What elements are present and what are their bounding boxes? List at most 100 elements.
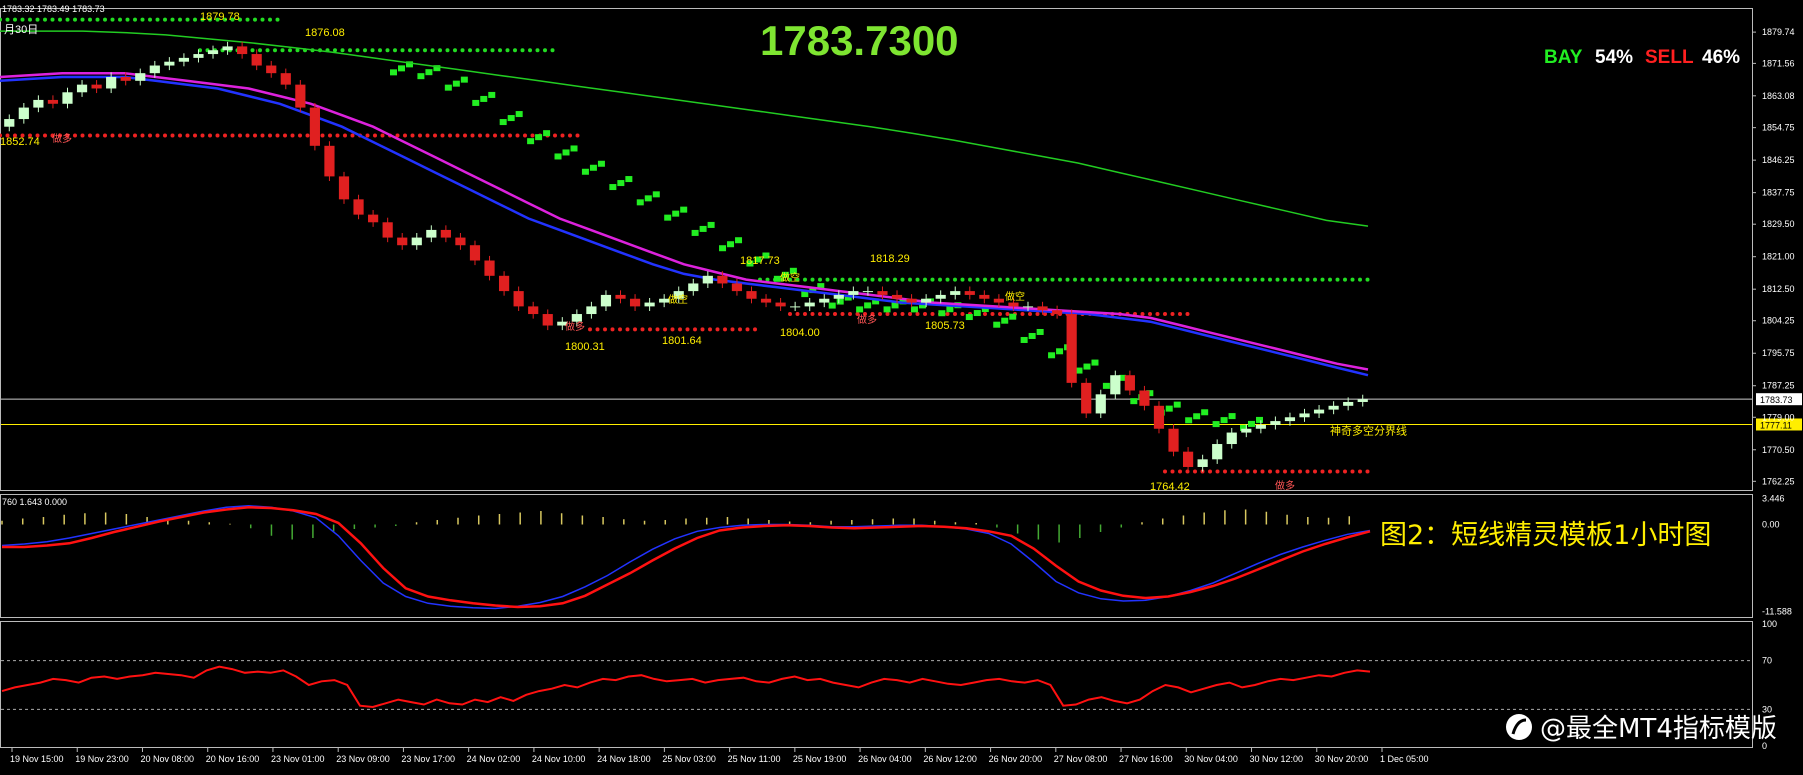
red-level-dot	[575, 133, 580, 138]
red-level-dot	[663, 327, 667, 332]
green-level-dot	[103, 17, 107, 22]
red-level-dot	[380, 133, 385, 138]
candle-body	[149, 65, 160, 74]
candle-body	[353, 199, 364, 215]
price-tick-label: 1829.50	[1762, 219, 1795, 229]
stair-block	[883, 306, 891, 313]
candle-body	[1139, 390, 1150, 406]
candle-body	[1182, 451, 1194, 467]
stair-block	[609, 184, 617, 191]
candle-body	[237, 46, 248, 55]
red-level-dot	[788, 312, 792, 317]
green-level-dot	[1148, 277, 1152, 282]
red-level-dot	[508, 133, 512, 138]
candle-body	[935, 294, 946, 299]
time-tick-label: 25 Nov 11:00	[728, 754, 781, 764]
green-level-dot	[1283, 277, 1287, 282]
candle-body	[280, 73, 291, 85]
red-level-dot	[1140, 312, 1145, 317]
stair-block	[562, 149, 570, 156]
red-level-dot	[1275, 469, 1280, 474]
green-level-dot	[185, 17, 190, 22]
red-level-dot	[1268, 469, 1272, 474]
candle-body	[324, 145, 335, 177]
signal-label: 做多	[1275, 479, 1295, 492]
green-level-dot	[288, 48, 292, 53]
red-level-dot	[1163, 469, 1167, 474]
time-tick-label: 26 Nov 12:00	[923, 754, 977, 764]
green-level-dot	[1028, 277, 1032, 282]
red-level-dot	[568, 133, 572, 138]
stair-block	[480, 95, 488, 102]
price-tick-label: 1821.00	[1762, 252, 1795, 262]
candle-body	[4, 119, 15, 127]
candle-body	[1008, 302, 1019, 307]
stair-block	[1212, 421, 1220, 428]
signal-label: 做多	[52, 132, 72, 145]
green-level-dot	[415, 48, 420, 53]
candle-body	[775, 302, 786, 307]
stair-block	[1020, 336, 1028, 343]
divider-text: 神奇多空分界线	[1330, 423, 1407, 437]
candle-body	[411, 237, 422, 246]
chart-background	[0, 0, 1803, 775]
candle-body	[819, 298, 830, 303]
green-level-dot	[265, 48, 270, 53]
stair-block	[554, 153, 562, 160]
candle-body	[804, 302, 815, 307]
green-level-dot	[148, 17, 152, 22]
stair-block	[938, 310, 946, 317]
green-level-dot	[1185, 277, 1190, 282]
green-level-dot	[855, 277, 860, 282]
green-level-dot	[803, 277, 807, 282]
candle-body	[1095, 394, 1106, 414]
red-level-dot	[148, 133, 152, 138]
stair-block	[1173, 401, 1181, 408]
red-level-dot	[290, 133, 295, 138]
green-level-dot	[930, 277, 935, 282]
red-level-dot	[1223, 469, 1227, 474]
green-level-dot	[1110, 277, 1115, 282]
stair-block	[543, 130, 551, 137]
green-level-dot	[475, 48, 480, 53]
macd-header: 760 1.643 0.000	[2, 497, 67, 507]
red-level-dot	[268, 133, 272, 138]
red-level-dot	[878, 312, 882, 317]
green-level-dot	[915, 277, 920, 282]
red-level-dot	[1170, 312, 1175, 317]
candle-body	[382, 222, 393, 238]
red-level-dot	[185, 133, 190, 138]
candle-body	[62, 92, 73, 104]
candle-body	[1299, 413, 1310, 418]
red-level-dot	[478, 133, 482, 138]
red-level-dot	[618, 327, 622, 332]
red-level-dot	[1260, 469, 1265, 474]
green-level-dot	[1035, 277, 1040, 282]
red-level-dot	[373, 133, 377, 138]
green-level-dot	[110, 17, 115, 22]
green-level-dot	[1073, 277, 1077, 282]
candle-body	[629, 298, 641, 307]
candle-body	[1343, 401, 1354, 406]
red-level-dot	[223, 133, 227, 138]
candle-body	[542, 314, 553, 326]
green-level-dot	[885, 277, 890, 282]
candle-body	[891, 294, 903, 299]
stair-block	[499, 119, 507, 126]
candle-body	[833, 294, 844, 299]
chart-canvas: 1783.731777.11神奇多空分界线 1879.781876.081852…	[0, 0, 1803, 775]
candle-body	[164, 61, 175, 66]
green-level-dot	[468, 48, 472, 53]
candle-body	[222, 46, 233, 51]
price-annotation: 1800.31	[565, 341, 605, 353]
red-level-dot	[1208, 469, 1212, 474]
red-level-dot	[80, 133, 85, 138]
candle-body	[993, 298, 1004, 303]
green-level-dot	[430, 48, 435, 53]
stair-block	[1009, 313, 1017, 320]
red-level-dot	[560, 133, 565, 138]
red-level-dot	[118, 133, 122, 138]
green-level-dot	[1155, 277, 1160, 282]
red-level-dot	[305, 133, 310, 138]
green-level-dot	[1358, 277, 1362, 282]
